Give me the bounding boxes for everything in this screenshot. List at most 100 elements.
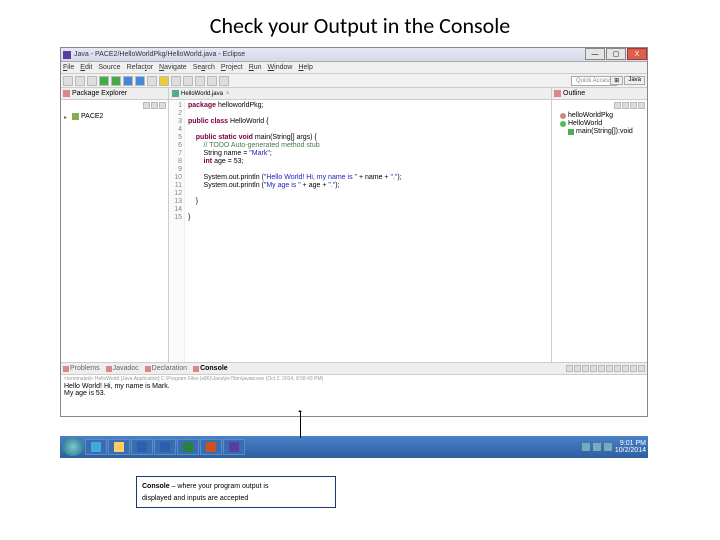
menu-run[interactable]: Run <box>249 64 262 71</box>
taskbar-powerpoint[interactable] <box>200 439 222 455</box>
sort-icon[interactable] <box>614 102 621 109</box>
folder-icon <box>114 442 124 452</box>
editor-panel: HelloWorld.java × 123456789101112131415 … <box>169 88 551 362</box>
tray-flag-icon[interactable] <box>582 443 590 451</box>
menu-edit[interactable]: Edit <box>80 64 92 71</box>
menu-search[interactable]: Search <box>193 64 215 71</box>
save-all-icon[interactable] <box>87 76 97 86</box>
forward-icon[interactable] <box>219 76 229 86</box>
new-package-icon[interactable] <box>123 76 133 86</box>
tab-javadoc[interactable]: Javadoc <box>106 365 139 372</box>
tray-date[interactable]: 10/2/2014 <box>615 447 646 454</box>
class-dot-icon <box>560 121 566 127</box>
menu-source[interactable]: Source <box>98 64 120 71</box>
clear-console-icon[interactable] <box>590 365 597 372</box>
editor-tab[interactable]: HelloWorld.java × <box>169 88 551 100</box>
view-menu-icon[interactable] <box>159 102 166 109</box>
annotation-icon[interactable] <box>195 76 205 86</box>
hide-static-icon[interactable] <box>630 102 637 109</box>
tab-console[interactable]: Console <box>193 365 228 372</box>
taskbar-eclipse[interactable] <box>223 439 245 455</box>
tab-problems[interactable]: Problems <box>63 365 100 372</box>
minimize-view-icon[interactable] <box>630 365 637 372</box>
problems-icon <box>63 366 69 372</box>
open-console-icon[interactable] <box>622 365 629 372</box>
toolbar: Quick Access ⊞ Java <box>61 74 647 88</box>
taskbar-word[interactable] <box>154 439 176 455</box>
menu-file[interactable]: File <box>63 64 74 71</box>
remove-launch-icon[interactable] <box>574 365 581 372</box>
code-area[interactable]: package helloworldPkg; public class Hell… <box>185 100 405 362</box>
tray-volume-icon[interactable] <box>604 443 612 451</box>
taskbar-explorer[interactable] <box>108 439 130 455</box>
hide-nonpublic-icon[interactable] <box>638 102 645 109</box>
word-icon <box>160 442 170 452</box>
open-type-icon[interactable] <box>147 76 157 86</box>
start-button[interactable] <box>62 438 84 456</box>
excel-icon <box>183 442 193 452</box>
tree-item-project[interactable]: ▸ PACE2 <box>63 112 166 121</box>
package-explorer-icon <box>63 90 70 97</box>
save-icon[interactable] <box>75 76 85 86</box>
outline-tab[interactable]: Outline <box>552 88 647 100</box>
method-dot-icon <box>568 129 574 135</box>
link-editor-icon[interactable] <box>151 102 158 109</box>
taskbar-outlook[interactable] <box>131 439 153 455</box>
tray-network-icon[interactable] <box>593 443 601 451</box>
package-dot-icon <box>560 113 566 119</box>
menu-help[interactable]: Help <box>298 64 312 71</box>
pin-console-icon[interactable] <box>606 365 613 372</box>
menu-navigate[interactable]: Navigate <box>159 64 187 71</box>
outlook-icon <box>137 442 147 452</box>
collapse-all-icon[interactable] <box>143 102 150 109</box>
display-selected-icon[interactable] <box>614 365 621 372</box>
callout-arrow <box>300 412 301 438</box>
maximize-button[interactable]: ▢ <box>606 48 626 60</box>
package-explorer-title: Package Explorer <box>72 90 127 97</box>
main-area: Package Explorer ▸ PACE2 HelloWorld.java… <box>61 88 647 362</box>
menu-project[interactable]: Project <box>221 64 243 71</box>
editor-body[interactable]: 123456789101112131415 package helloworld… <box>169 100 551 362</box>
declaration-icon <box>145 366 151 372</box>
taskbar-ie[interactable] <box>85 439 107 455</box>
java-perspective-button[interactable]: Java <box>624 76 645 85</box>
open-perspective-button[interactable]: ⊞ <box>610 76 623 85</box>
debug-icon[interactable] <box>111 76 121 86</box>
close-tab-icon[interactable]: × <box>226 91 230 97</box>
outline-item[interactable]: helloWorldPkg <box>554 112 645 120</box>
console-icon <box>193 366 199 372</box>
close-button[interactable]: X <box>627 48 647 60</box>
scroll-lock-icon[interactable] <box>598 365 605 372</box>
callout-bold: Console <box>142 483 170 490</box>
console-body[interactable]: <terminated> HelloWorld [Java Applicatio… <box>61 375 647 417</box>
new-icon[interactable] <box>63 76 73 86</box>
outline-item[interactable]: main(String[]):void <box>554 128 645 136</box>
remove-all-icon[interactable] <box>582 365 589 372</box>
package-explorer-body: ▸ PACE2 <box>61 110 168 362</box>
javadoc-icon <box>106 366 112 372</box>
terminate-icon[interactable] <box>566 365 573 372</box>
package-explorer-tab[interactable]: Package Explorer <box>61 88 168 100</box>
menu-window[interactable]: Window <box>268 64 293 71</box>
taskbar-excel[interactable] <box>177 439 199 455</box>
toggle-breadcrumb-icon[interactable] <box>171 76 181 86</box>
windows-taskbar: 9:01 PM 10/2/2014 <box>60 436 648 458</box>
tab-declaration[interactable]: Declaration <box>145 365 187 372</box>
project-label: PACE2 <box>81 113 103 120</box>
outline-item[interactable]: HelloWorld <box>554 120 645 128</box>
minimize-button[interactable]: — <box>585 48 605 60</box>
tray-time[interactable]: 9:01 PM <box>615 440 646 447</box>
maximize-view-icon[interactable] <box>638 365 645 372</box>
line-gutter: 123456789101112131415 <box>169 100 185 362</box>
back-icon[interactable] <box>207 76 217 86</box>
new-class-icon[interactable] <box>135 76 145 86</box>
run-icon[interactable] <box>99 76 109 86</box>
java-file-icon <box>172 90 179 97</box>
mark-occurrences-icon[interactable] <box>183 76 193 86</box>
bottom-tabs: Problems Javadoc Declaration Console <box>61 363 647 375</box>
search-icon[interactable] <box>159 76 169 86</box>
eclipse-window: Java - PACE2/HelloWorldPkg/HelloWorld.ja… <box>60 47 648 417</box>
expand-icon[interactable]: ▸ <box>64 114 70 120</box>
hide-fields-icon[interactable] <box>622 102 629 109</box>
menu-refactor[interactable]: Refactor <box>127 64 153 71</box>
